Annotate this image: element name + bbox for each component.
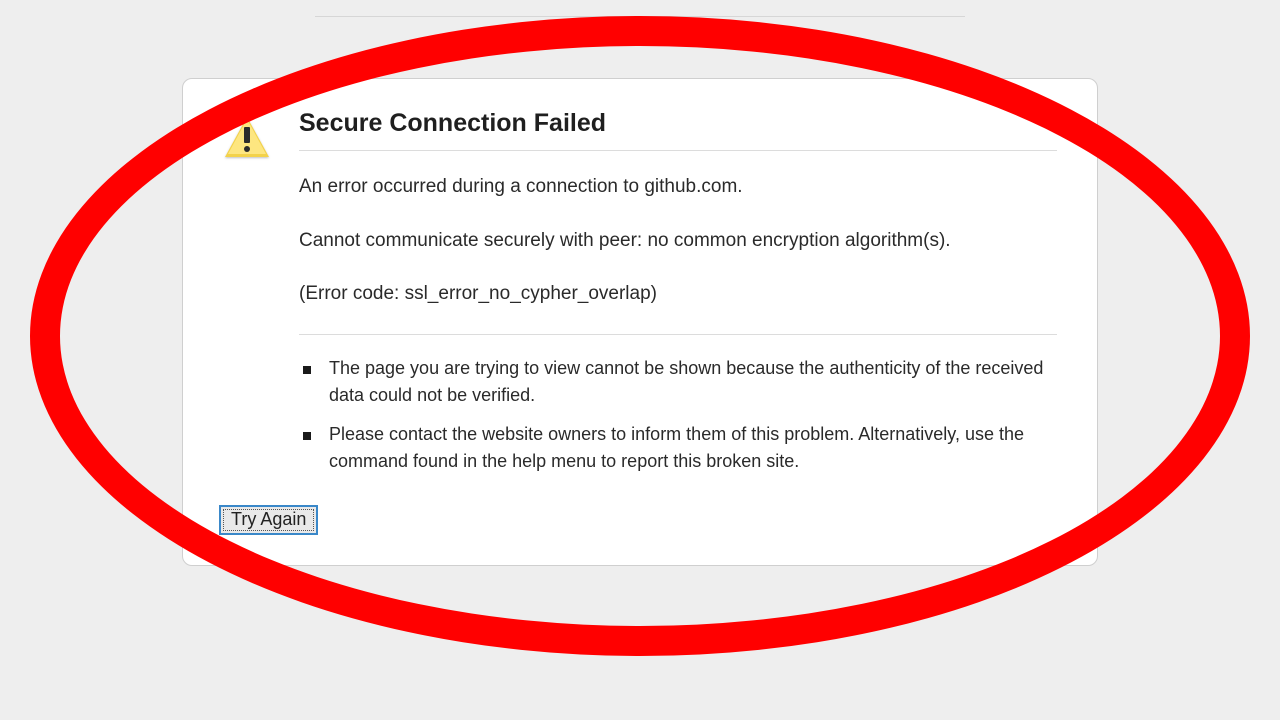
error-bullet-item: Please contact the website owners to inf… <box>321 421 1057 475</box>
error-bullet-item: The page you are trying to view cannot b… <box>321 355 1057 409</box>
error-code-text: (Error code: ssl_error_no_cypher_overlap… <box>299 280 1057 335</box>
button-row: Try Again <box>219 505 1057 535</box>
warning-icon <box>223 113 271 161</box>
error-detail-text: Cannot communicate securely with peer: n… <box>299 227 1057 255</box>
try-again-button[interactable]: Try Again <box>219 505 318 535</box>
error-title: Secure Connection Failed <box>299 109 1057 151</box>
icon-column <box>223 109 271 161</box>
error-bullet-list: The page you are trying to view cannot b… <box>299 355 1057 475</box>
top-divider <box>315 16 965 17</box>
error-intro-text: An error occurred during a connection to… <box>299 173 1057 201</box>
error-page-viewport: Secure Connection Failed An error occurr… <box>0 0 1280 720</box>
error-card: Secure Connection Failed An error occurr… <box>182 78 1098 566</box>
error-content: Secure Connection Failed An error occurr… <box>299 109 1057 535</box>
